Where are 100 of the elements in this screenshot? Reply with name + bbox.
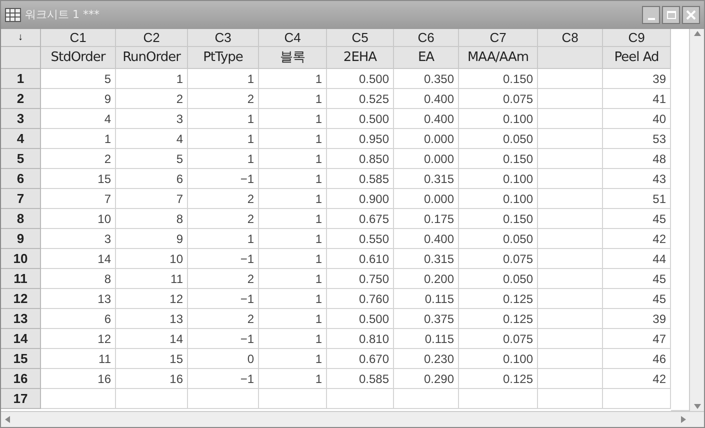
- column-id[interactable]: C9: [603, 29, 671, 47]
- table-cell: 1: [259, 349, 327, 369]
- table-cell: 0.100: [459, 169, 538, 189]
- scroll-down-icon: [694, 404, 700, 409]
- row-number[interactable]: 13: [1, 309, 41, 329]
- column-name[interactable]: RunOrder: [116, 47, 188, 69]
- horizontal-scrollbar[interactable]: [1, 411, 704, 427]
- table-cell: 15: [41, 169, 116, 189]
- table-cell: [538, 209, 603, 229]
- table-cell: 45: [603, 289, 671, 309]
- column-id[interactable]: C6: [394, 29, 459, 47]
- table-cell: 1: [259, 169, 327, 189]
- column-id[interactable]: C8: [538, 29, 603, 47]
- table-cell: 1: [259, 289, 327, 309]
- row-number[interactable]: 14: [1, 329, 41, 349]
- row-number[interactable]: 11: [1, 269, 41, 289]
- table-cell: 0.150: [459, 69, 538, 89]
- row-number[interactable]: 3: [1, 109, 41, 129]
- table-cell: 2: [41, 149, 116, 169]
- column-name[interactable]: StdOrder: [41, 47, 116, 69]
- table-cell: [538, 149, 603, 169]
- grid-icon: [5, 8, 21, 22]
- table-cell: 0: [188, 349, 259, 369]
- vertical-scrollbar[interactable]: [689, 29, 704, 411]
- table-cell: 0.525: [327, 89, 394, 109]
- table-cell: 1: [259, 229, 327, 249]
- row-number[interactable]: 6: [1, 169, 41, 189]
- table-cell: [259, 389, 327, 409]
- table-cell: 0.050: [459, 269, 538, 289]
- scroll-right-icon: [681, 416, 686, 423]
- row-number[interactable]: 12: [1, 289, 41, 309]
- row-number[interactable]: 1: [1, 69, 41, 89]
- table-cell: [538, 69, 603, 89]
- column-id[interactable]: C4: [259, 29, 327, 47]
- table-cell: 0.750: [327, 269, 394, 289]
- table-cell: 0.290: [394, 369, 459, 389]
- table-cell: 0.150: [459, 209, 538, 229]
- table-cell: 0.115: [394, 329, 459, 349]
- table-cell: [538, 109, 603, 129]
- column-name[interactable]: 블록: [259, 47, 327, 69]
- table-cell: 1: [188, 109, 259, 129]
- table-cell: 8: [116, 209, 188, 229]
- table-cell: −1: [188, 249, 259, 269]
- table-cell: 47: [603, 329, 671, 349]
- table-cell: 0.760: [327, 289, 394, 309]
- table-cell: 0.075: [459, 329, 538, 349]
- column-name[interactable]: PtType: [188, 47, 259, 69]
- window-title: 워크시트 1 ***: [25, 6, 100, 23]
- table-cell: 39: [603, 309, 671, 329]
- table-cell: 0.400: [394, 89, 459, 109]
- row-number[interactable]: 10: [1, 249, 41, 269]
- table-cell: 9: [41, 89, 116, 109]
- row-number[interactable]: 17: [1, 389, 41, 409]
- row-number[interactable]: 4: [1, 129, 41, 149]
- maximize-button[interactable]: [662, 6, 680, 24]
- column-name[interactable]: EA: [394, 47, 459, 69]
- corner-cell[interactable]: ↓: [1, 29, 41, 47]
- table-cell: 1: [116, 69, 188, 89]
- table-cell: 51: [603, 189, 671, 209]
- table-cell: 12: [41, 329, 116, 349]
- row-number[interactable]: 7: [1, 189, 41, 209]
- table-cell: 3: [41, 229, 116, 249]
- table-cell: 1: [188, 129, 259, 149]
- table-cell: [538, 169, 603, 189]
- column-id[interactable]: C2: [116, 29, 188, 47]
- maximize-icon: [666, 11, 676, 19]
- table-cell: 1: [259, 189, 327, 209]
- table-cell: 0.350: [394, 69, 459, 89]
- table-cell: [394, 389, 459, 409]
- scroll-left-icon: [5, 416, 10, 423]
- column-name[interactable]: MAA/AAm: [459, 47, 538, 69]
- table-cell: 7: [116, 189, 188, 209]
- table-cell: 0.075: [459, 249, 538, 269]
- row-number[interactable]: 15: [1, 349, 41, 369]
- column-name[interactable]: 2EHA: [327, 47, 394, 69]
- row-number[interactable]: 5: [1, 149, 41, 169]
- table-cell: 14: [116, 329, 188, 349]
- table-cell: [603, 389, 671, 409]
- column-id[interactable]: C1: [41, 29, 116, 47]
- table-cell: 40: [603, 109, 671, 129]
- table-cell: 0.315: [394, 249, 459, 269]
- row-number[interactable]: 8: [1, 209, 41, 229]
- row-number[interactable]: 16: [1, 369, 41, 389]
- row-number[interactable]: 2: [1, 89, 41, 109]
- minimize-button[interactable]: [642, 6, 660, 24]
- table-cell: 2: [188, 89, 259, 109]
- table-cell: 1: [259, 129, 327, 149]
- column-id[interactable]: C5: [327, 29, 394, 47]
- column-name[interactable]: Peel Ad: [603, 47, 671, 69]
- table-cell: 5: [41, 69, 116, 89]
- table-cell: [327, 389, 394, 409]
- table-cell: 1: [259, 209, 327, 229]
- table-cell: 1: [259, 69, 327, 89]
- column-id[interactable]: C3: [188, 29, 259, 47]
- row-number[interactable]: 9: [1, 229, 41, 249]
- table-cell: [538, 129, 603, 149]
- table-cell: 10: [41, 209, 116, 229]
- column-id[interactable]: C7: [459, 29, 538, 47]
- table-cell: [538, 309, 603, 329]
- close-button[interactable]: [682, 6, 700, 24]
